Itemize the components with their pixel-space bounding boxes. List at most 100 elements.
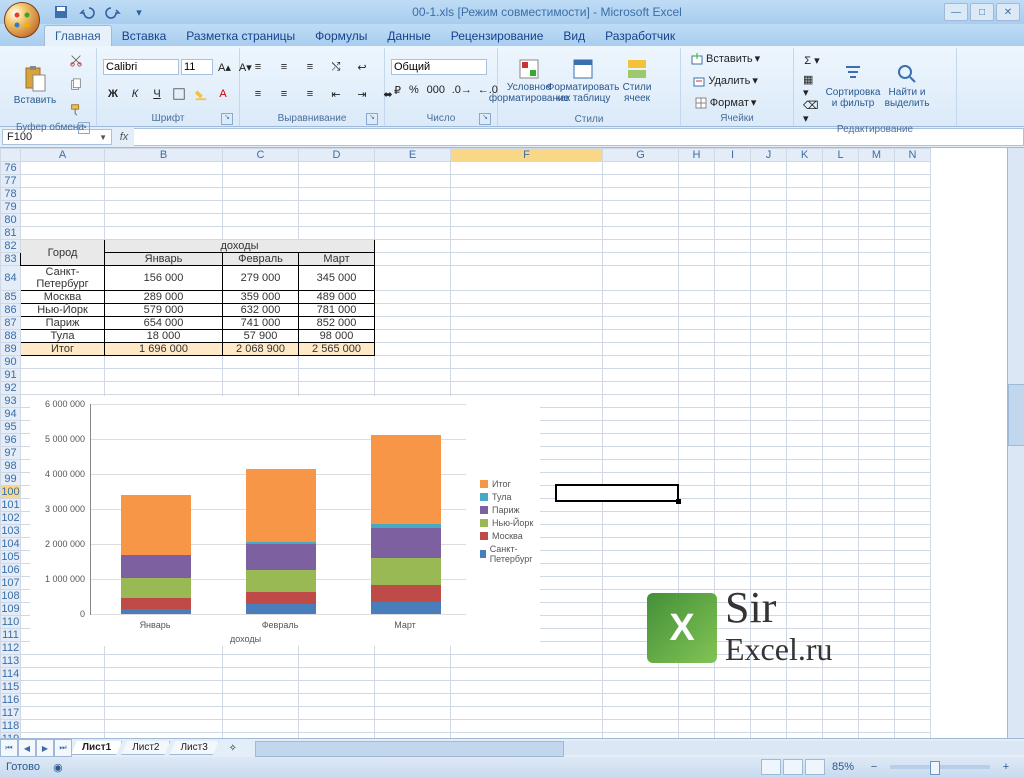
cell-B76[interactable] <box>105 162 223 175</box>
row-header-116[interactable]: 116 <box>1 694 21 707</box>
cell-M116[interactable] <box>859 694 895 707</box>
cell-M102[interactable] <box>859 512 895 525</box>
cell-G106[interactable] <box>603 564 679 577</box>
cell-A85[interactable]: Москва <box>21 291 105 304</box>
bold-icon[interactable]: Ж <box>103 82 123 106</box>
cell-E86[interactable] <box>375 304 451 317</box>
cell-L95[interactable] <box>823 421 859 434</box>
cell-H119[interactable] <box>679 733 715 739</box>
row-header-80[interactable]: 80 <box>1 214 21 227</box>
cell-E114[interactable] <box>375 668 451 681</box>
cell-N93[interactable] <box>895 395 931 408</box>
cell-H99[interactable] <box>679 473 715 486</box>
cell-E92[interactable] <box>375 382 451 395</box>
cell-F80[interactable] <box>451 214 603 227</box>
cell-K89[interactable] <box>787 343 823 356</box>
row-header-83[interactable]: 83 <box>1 253 21 266</box>
cell-F77[interactable] <box>451 175 603 188</box>
cell-G83[interactable] <box>603 253 679 266</box>
col-header-N[interactable]: N <box>895 149 931 162</box>
cell-N85[interactable] <box>895 291 931 304</box>
cell-C85[interactable]: 359 000 <box>223 291 299 304</box>
horizontal-scrollbar[interactable] <box>255 741 1024 755</box>
cell-I102[interactable] <box>715 512 751 525</box>
cell-N81[interactable] <box>895 227 931 240</box>
cell-A87[interactable]: Париж <box>21 317 105 330</box>
cell-M118[interactable] <box>859 720 895 733</box>
office-button[interactable] <box>4 2 40 38</box>
cell-C79[interactable] <box>223 201 299 214</box>
cell-I103[interactable] <box>715 525 751 538</box>
align-bottom-icon[interactable]: ≡ <box>298 55 322 79</box>
format-as-table-button[interactable]: Форматировать как таблицу <box>558 48 608 114</box>
cell-M89[interactable] <box>859 343 895 356</box>
cell-H101[interactable] <box>679 499 715 512</box>
cell-C116[interactable] <box>223 694 299 707</box>
cell-E88[interactable] <box>375 330 451 343</box>
col-header-F[interactable]: F <box>451 149 603 162</box>
cell-G87[interactable] <box>603 317 679 330</box>
cell-K76[interactable] <box>787 162 823 175</box>
cell-H106[interactable] <box>679 564 715 577</box>
col-header-A[interactable]: A <box>21 149 105 162</box>
cell-B85[interactable]: 289 000 <box>105 291 223 304</box>
cell-G84[interactable] <box>603 266 679 291</box>
font-dialog-icon[interactable]: ↘ <box>221 113 233 125</box>
row-header-94[interactable]: 94 <box>1 408 21 421</box>
row-header-99[interactable]: 99 <box>1 473 21 486</box>
cell-B117[interactable] <box>105 707 223 720</box>
cell-A116[interactable] <box>21 694 105 707</box>
row-header-114[interactable]: 114 <box>1 668 21 681</box>
cell-I82[interactable] <box>715 240 751 253</box>
cell-D85[interactable]: 489 000 <box>299 291 375 304</box>
tab-nav-first-icon[interactable]: ⏮ <box>0 739 18 757</box>
cell-G103[interactable] <box>603 525 679 538</box>
qat-save-icon[interactable] <box>50 1 72 23</box>
cell-I100[interactable] <box>715 486 751 499</box>
cell-B113[interactable] <box>105 655 223 668</box>
cell-H80[interactable] <box>679 214 715 227</box>
cell-B83[interactable]: Январь <box>105 253 223 266</box>
row-header-92[interactable]: 92 <box>1 382 21 395</box>
row-header-102[interactable]: 102 <box>1 512 21 525</box>
cell-D78[interactable] <box>299 188 375 201</box>
cell-G78[interactable] <box>603 188 679 201</box>
qat-undo-icon[interactable] <box>76 1 98 23</box>
number-format-combo[interactable] <box>391 59 487 75</box>
cell-J101[interactable] <box>751 499 787 512</box>
cell-M101[interactable] <box>859 499 895 512</box>
cell-C90[interactable] <box>223 356 299 369</box>
cell-J91[interactable] <box>751 369 787 382</box>
cell-E78[interactable] <box>375 188 451 201</box>
cell-G77[interactable] <box>603 175 679 188</box>
cell-J94[interactable] <box>751 408 787 421</box>
cell-M119[interactable] <box>859 733 895 739</box>
vertical-scrollbar[interactable] <box>1007 148 1024 738</box>
cell-G104[interactable] <box>603 538 679 551</box>
cell-N87[interactable] <box>895 317 931 330</box>
cell-F90[interactable] <box>451 356 603 369</box>
cell-I101[interactable] <box>715 499 751 512</box>
cell-I91[interactable] <box>715 369 751 382</box>
cell-E117[interactable] <box>375 707 451 720</box>
cell-N91[interactable] <box>895 369 931 382</box>
ribbon-tab-1[interactable]: Вставка <box>112 26 177 46</box>
cell-C78[interactable] <box>223 188 299 201</box>
ribbon-tab-2[interactable]: Разметка страницы <box>176 26 305 46</box>
legend-item[interactable]: Санкт-Петербург <box>480 544 540 564</box>
cell-E90[interactable] <box>375 356 451 369</box>
cell-L105[interactable] <box>823 551 859 564</box>
col-header-B[interactable]: B <box>105 149 223 162</box>
number-dialog-icon[interactable]: ↘ <box>479 113 491 125</box>
cell-L99[interactable] <box>823 473 859 486</box>
cell-H81[interactable] <box>679 227 715 240</box>
currency-icon[interactable]: ₽ <box>391 78 404 102</box>
close-button[interactable]: ✕ <box>996 3 1020 21</box>
sheet-tab-2[interactable]: Лист3 <box>169 741 218 755</box>
cell-B88[interactable]: 18 000 <box>105 330 223 343</box>
border-icon[interactable] <box>169 82 189 106</box>
row-header-115[interactable]: 115 <box>1 681 21 694</box>
row-header-97[interactable]: 97 <box>1 447 21 460</box>
cell-J115[interactable] <box>751 681 787 694</box>
row-header-77[interactable]: 77 <box>1 175 21 188</box>
